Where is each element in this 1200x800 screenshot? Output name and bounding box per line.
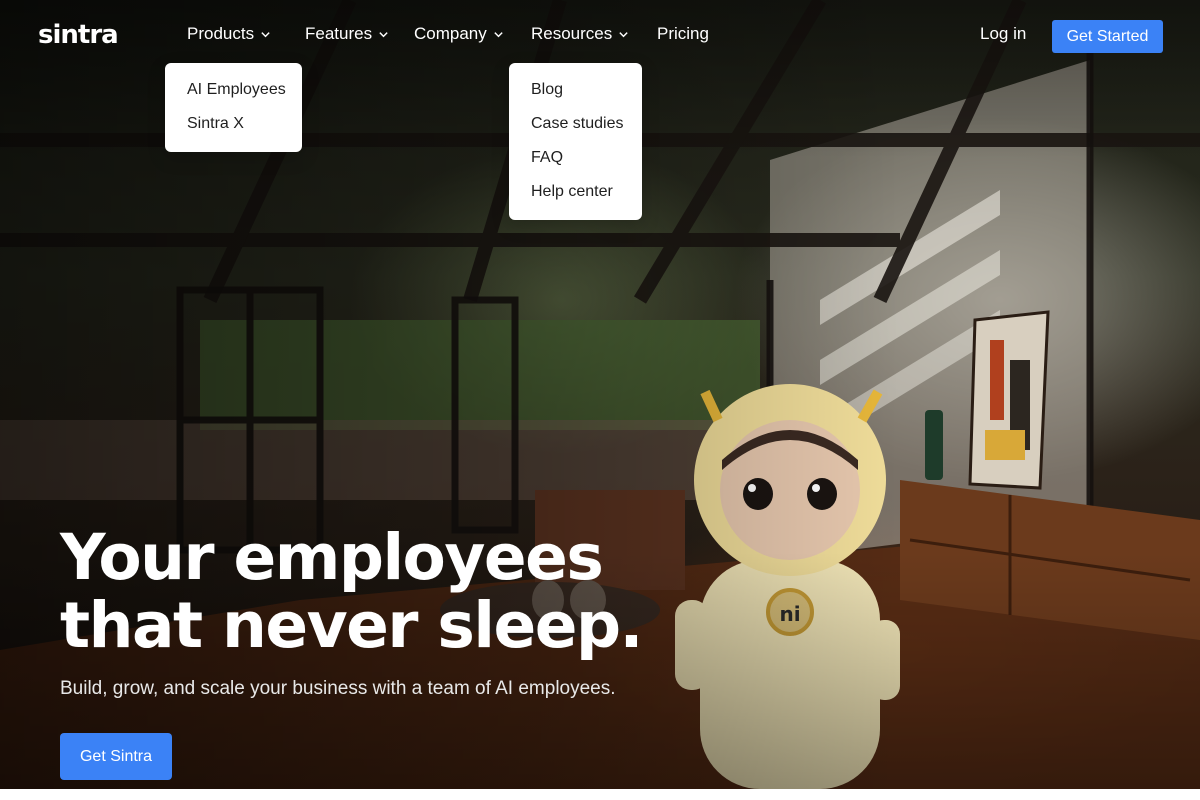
hero-headline-line-2: that never sleep. xyxy=(60,589,643,662)
chevron-down-icon xyxy=(261,31,270,37)
nav-item-resources[interactable]: Resources xyxy=(531,24,629,44)
hero-headline-line-1: Your employees xyxy=(60,521,604,594)
nav-item-label: Pricing xyxy=(657,24,709,43)
menu-item-help-center[interactable]: Help center xyxy=(531,175,620,209)
get-started-button[interactable]: Get Started xyxy=(1052,20,1163,53)
menu-item-blog[interactable]: Blog xyxy=(531,73,620,107)
products-dropdown-menu: AI Employees Sintra X xyxy=(165,63,302,152)
login-link[interactable]: Log in xyxy=(980,24,1026,44)
menu-item-faq[interactable]: FAQ xyxy=(531,141,620,175)
chevron-down-icon xyxy=(379,31,388,37)
hero-subheadline: Build, grow, and scale your business wit… xyxy=(60,678,616,699)
nav-item-label: Resources xyxy=(531,24,613,43)
nav-item-label: Products xyxy=(187,24,255,43)
nav-item-features[interactable]: Features xyxy=(305,24,389,44)
nav-item-products[interactable]: Products xyxy=(187,24,271,44)
resources-dropdown-menu: Blog Case studies FAQ Help center xyxy=(509,63,642,220)
nav-item-label: Company xyxy=(414,24,487,43)
hero-section: ni sintra Products Features Company Reso… xyxy=(0,0,1200,789)
nav-item-company[interactable]: Company xyxy=(414,24,504,44)
top-navigation: sintra Products Features Company Resourc… xyxy=(0,0,1200,72)
menu-item-sintra-x[interactable]: Sintra X xyxy=(187,107,280,141)
get-sintra-button[interactable]: Get Sintra xyxy=(60,733,172,780)
chevron-down-icon xyxy=(619,31,628,37)
menu-item-ai-employees[interactable]: AI Employees xyxy=(187,73,286,107)
nav-item-label: Features xyxy=(305,24,373,43)
menu-item-case-studies[interactable]: Case studies xyxy=(531,107,624,141)
hero-headline: Your employees that never sleep. xyxy=(60,521,643,662)
chevron-down-icon xyxy=(494,31,503,37)
brand-logo[interactable]: sintra xyxy=(38,20,119,50)
nav-item-pricing[interactable]: Pricing xyxy=(657,24,709,44)
